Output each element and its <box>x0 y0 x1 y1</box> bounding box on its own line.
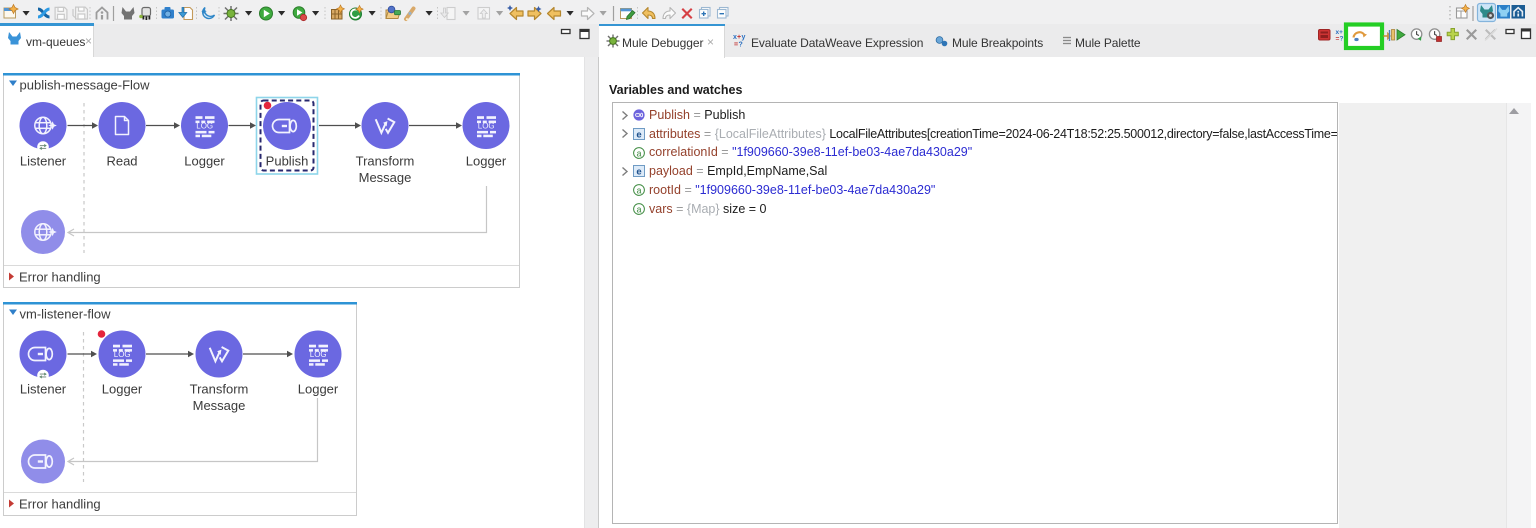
svg-text:Transform: Transform <box>190 382 249 397</box>
svg-text:vm-listener-flow: vm-listener-flow <box>20 307 112 322</box>
svg-text:a: a <box>636 204 641 214</box>
svg-text:e: e <box>636 167 641 178</box>
svg-text:a: a <box>636 185 641 195</box>
svg-text:Logger: Logger <box>184 154 225 169</box>
svg-text:Logger: Logger <box>466 154 507 169</box>
svg-text:Message: Message <box>359 170 412 185</box>
svg-text:+: + <box>737 34 741 41</box>
svg-text:Read: Read <box>106 154 137 169</box>
svg-text:a: a <box>636 148 641 158</box>
svg-text:?: ? <box>1340 36 1344 43</box>
svg-text:e: e <box>636 129 641 140</box>
svg-text:Error handling: Error handling <box>19 497 101 512</box>
svg-text:Transform: Transform <box>356 154 415 169</box>
svg-text:Publish: Publish <box>266 154 309 169</box>
svg-text:Listener: Listener <box>20 382 67 397</box>
svg-text:?: ? <box>739 42 743 49</box>
svg-text:Logger: Logger <box>102 382 143 397</box>
svg-text:publish-message-Flow: publish-message-Flow <box>20 78 151 93</box>
svg-text:Error handling: Error handling <box>19 270 101 285</box>
svg-text:=: = <box>734 42 738 49</box>
svg-text:Listener: Listener <box>20 154 67 169</box>
svg-text:Logger: Logger <box>298 382 339 397</box>
svg-text:Message: Message <box>193 398 246 413</box>
svg-text:y: y <box>742 34 746 41</box>
